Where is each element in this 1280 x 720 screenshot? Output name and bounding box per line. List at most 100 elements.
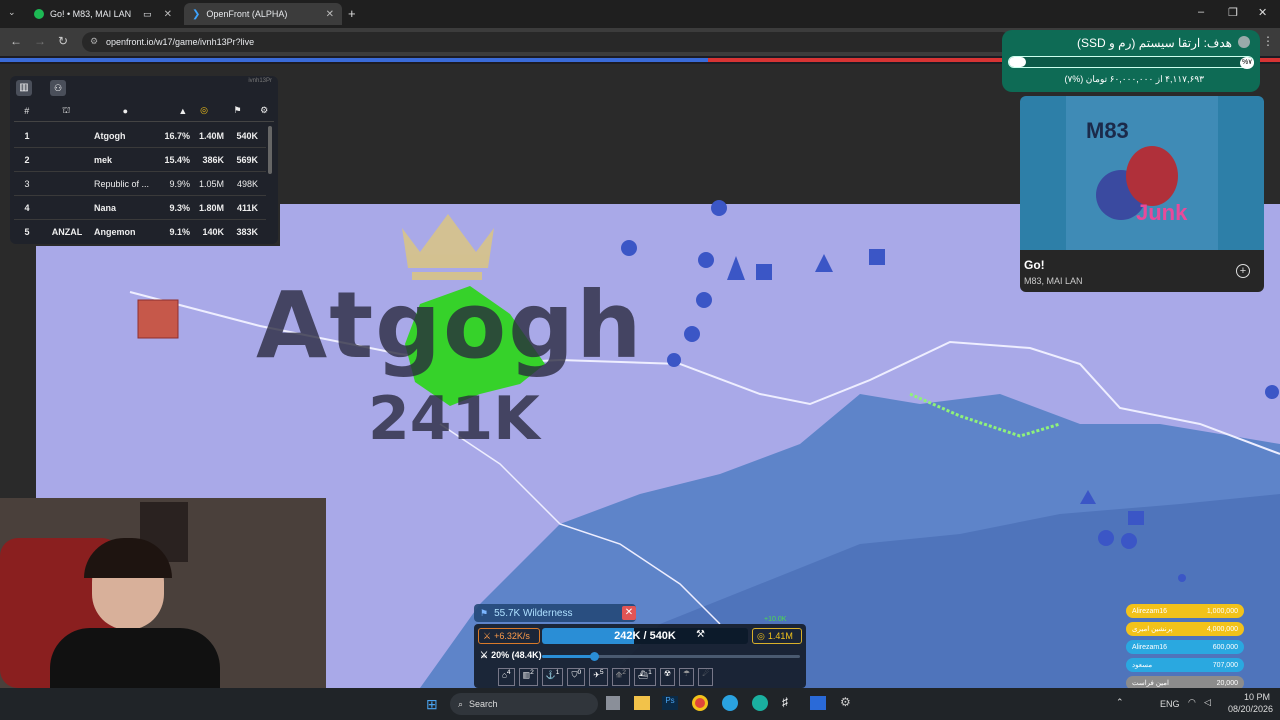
rank-header[interactable]: # — [14, 106, 40, 116]
tab-openfront[interactable]: ❯ OpenFront (ALPHA) ✕ — [184, 3, 342, 25]
donor-amount: 20,000 — [1216, 679, 1238, 687]
player-header-icon[interactable]: ● — [93, 106, 158, 116]
attack-ratio-slider[interactable] — [542, 652, 800, 661]
clan-header-icon[interactable]: ⛫ — [40, 105, 93, 117]
photoshop-icon[interactable]: Ps — [662, 696, 678, 710]
maximize-icon[interactable]: ❐ — [1228, 6, 1238, 19]
row-name: Nana — [94, 202, 117, 213]
player-hud: ⚑ 55.7K Wilderness ✕ ⚔ +6.32K/s 242K / 5… — [474, 604, 806, 688]
leaderboard-row[interactable]: 5 ANZAL Angemon 9.1% 140K 383K — [14, 220, 266, 244]
missile-button[interactable]: ✈5 — [589, 668, 608, 686]
attack-ratio-handle[interactable] — [589, 652, 599, 661]
territory-header-icon[interactable]: ▲ — [158, 106, 187, 116]
menu-icon[interactable]: ⋮ — [1262, 34, 1274, 48]
attack-ratio-value: 20% (48.4K) — [491, 650, 542, 660]
address-bar[interactable]: ⚙ openfront.io/w17/game/ivnh13Pr?live — [82, 32, 1012, 52]
donor-name: Alirezam16 — [1132, 643, 1168, 651]
troop-rate: +6.32K/s — [494, 631, 530, 641]
gold-header-icon[interactable]: ◎ — [187, 105, 220, 116]
factory-button[interactable]: ▥2 — [518, 668, 538, 686]
telegram-icon[interactable] — [722, 695, 738, 711]
warship-button[interactable]: ⛴1 — [634, 668, 656, 686]
game-id-label: ivnh13Pr — [248, 78, 272, 84]
row-gold: 140K — [202, 227, 224, 237]
stats-panel: ⚔ +6.32K/s 242K / 540K ⚒ +10.0K ◎ 1.41M … — [474, 616, 806, 688]
hydrogen-bomb-button[interactable]: ☂ — [679, 668, 695, 686]
row-gold: 1.05M — [198, 178, 224, 189]
sam-button[interactable]: ⟰2 — [611, 668, 630, 686]
row-rank: 5 — [24, 227, 30, 237]
close-icon[interactable]: ✕ — [164, 9, 172, 20]
volume-icon[interactable]: ◁ — [1204, 697, 1211, 708]
wifi-icon[interactable]: ◠ — [1188, 697, 1196, 708]
leaderboard-row[interactable]: 1 Atgogh 16.7% 1.40M 540K — [14, 124, 266, 148]
forward-icon[interactable]: → — [34, 34, 46, 48]
leaderboard-scrollbar[interactable] — [268, 126, 272, 174]
new-tab-button[interactable]: + — [348, 6, 356, 21]
outlook-icon[interactable] — [810, 696, 826, 710]
leaderboard-toggle-icon[interactable]: ▥ — [16, 80, 32, 96]
settings-app-icon[interactable]: ⚙ — [840, 695, 851, 709]
settings-icon[interactable]: ⚙ — [254, 105, 274, 116]
city-button[interactable]: ⌂4 — [498, 668, 515, 686]
tab-media-icon[interactable]: ▭ — [143, 9, 152, 20]
reload-icon[interactable]: ↻ — [58, 34, 68, 48]
troop-bar: 242K / 540K — [542, 628, 748, 644]
url-text: openfront.io/w17/game/ivnh13Pr?live — [106, 37, 255, 47]
add-icon[interactable]: + — [1236, 264, 1250, 278]
clock-date[interactable]: 08/20/2026 — [1228, 704, 1273, 714]
app-icon[interactable]: ♯ — [782, 695, 788, 709]
build-bar: ⌂4 ▥2 ⚓1 ⛉0 ✈5 ⟰2 ⛴1 ☢ ☂ ☄ — [498, 668, 800, 686]
leaderboard-row[interactable]: 2 mek 15.4% 386K 569K — [14, 148, 266, 172]
row-name: Republic of ... — [94, 178, 150, 189]
webcam-overlay — [0, 498, 326, 688]
player-troops-label: 241K — [368, 384, 540, 454]
close-icon[interactable]: ✕ — [622, 606, 636, 620]
album-title-bottom: Junk — [1136, 200, 1188, 225]
clock-time[interactable]: 10 PM — [1244, 692, 1270, 702]
troop-count: 242K / 540K — [614, 630, 676, 642]
wilderness-icon: ⚑ — [480, 607, 489, 618]
team-toggle-icon[interactable]: ⚇ — [50, 80, 66, 96]
donor-amount: 600,000 — [1212, 643, 1238, 651]
wilderness-panel[interactable]: ⚑ 55.7K Wilderness ✕ — [474, 604, 636, 622]
donor-row: مسعود 707,000 — [1126, 658, 1244, 672]
row-name: mek — [94, 154, 113, 165]
tab-music[interactable]: Go! • M83, MAI LAN ▭ ✕ — [26, 3, 180, 25]
site-info-icon[interactable]: ⚙ — [90, 36, 98, 47]
row-troops: 498K — [236, 178, 258, 189]
defense-button[interactable]: ⛉0 — [567, 668, 586, 686]
file-explorer-icon[interactable] — [634, 696, 650, 710]
back-icon[interactable]: ← — [10, 34, 22, 48]
start-icon[interactable]: ⊞ — [426, 696, 438, 713]
troop-rate-badge: ⚔ +6.32K/s — [478, 628, 540, 644]
tray-chevron-icon[interactable]: ⌃ — [1116, 697, 1124, 708]
row-troops: 540K — [236, 130, 258, 141]
donation-goal-widget: هدف: ارتقا سیستم (رم و SSD) %۷ ۴,۱۱۷,۶۹۳… — [1002, 30, 1260, 92]
nuke-button[interactable]: ☢ — [659, 668, 676, 686]
close-icon[interactable]: ✕ — [326, 9, 334, 20]
language-indicator[interactable]: ENG — [1160, 699, 1180, 709]
taskbar-search[interactable]: ⌕ Search — [450, 693, 598, 715]
media-player-card[interactable]: M83 Junk Go! M83, MAI LAN + — [1020, 96, 1264, 292]
goal-percent: %۷ — [1240, 57, 1254, 69]
edge-icon[interactable] — [752, 695, 768, 711]
leaderboard-row[interactable]: 4 Nana 9.3% 1.80M 411K — [14, 196, 266, 220]
task-view-icon[interactable] — [606, 696, 620, 710]
song-title: Go! — [1024, 258, 1045, 272]
donor-name: امین فراست — [1132, 680, 1169, 687]
minimize-icon[interactable]: – — [1198, 6, 1204, 18]
close-window-icon[interactable]: ✕ — [1258, 6, 1267, 19]
port-button[interactable]: ⚓1 — [541, 668, 564, 686]
tab-list-icon[interactable]: ⌄ — [8, 7, 16, 18]
leaderboard-panel: ▥ ⚇ ivnh13Pr # ⛫ ● ▲ ◎ ⚑ ⚙ 1 Atgogh 16.7… — [10, 76, 278, 244]
album-title-top: M83 — [1086, 118, 1129, 143]
leaderboard-row[interactable]: 3 Republic of ... 9.9% 1.05M 498K — [14, 172, 266, 196]
sword-icon: ⚔ — [480, 650, 489, 660]
mirv-button[interactable]: ☄ — [698, 668, 714, 686]
troops-header-icon[interactable]: ⚑ — [221, 105, 254, 116]
goal-badge-icon — [1238, 36, 1250, 48]
chrome-icon[interactable] — [692, 695, 708, 711]
donor-amount: 4,000,000 — [1206, 625, 1238, 633]
row-rank: 4 — [24, 202, 30, 213]
